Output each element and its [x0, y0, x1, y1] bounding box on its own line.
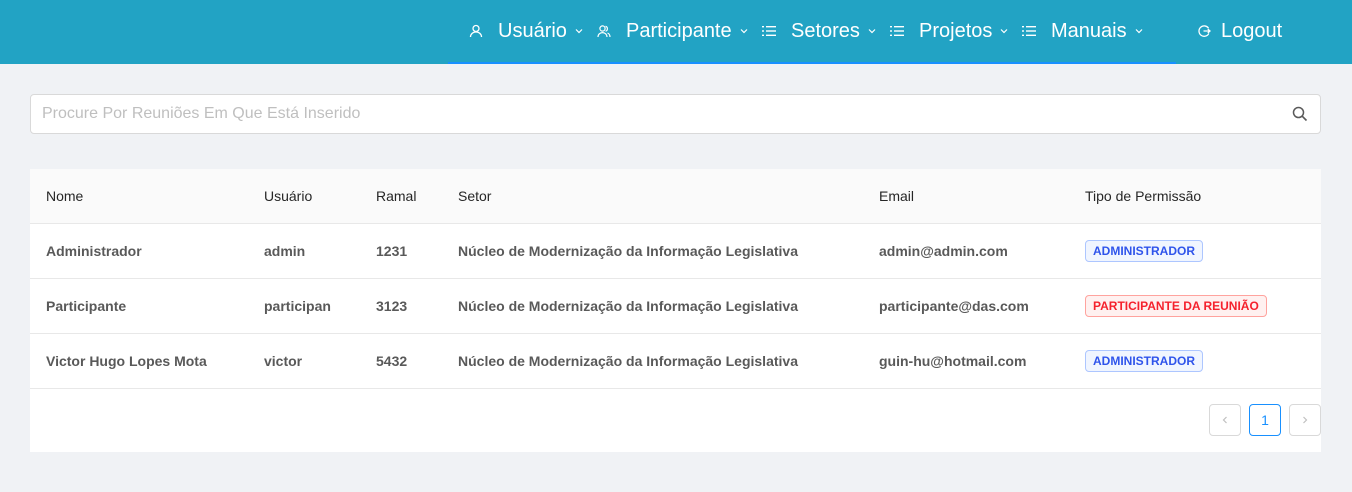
cell-usuario: admin — [248, 223, 360, 279]
nav-projetos-label: Projetos — [919, 19, 993, 42]
nav-projetos-menu[interactable]: Projetos — [889, 0, 1010, 62]
permission-tag: ADMINISTRADOR — [1085, 349, 1203, 372]
nav-manuais-label: Manuais — [1051, 19, 1127, 42]
cell-email: guin-hu@hotmail.com — [863, 333, 1069, 389]
pagination-prev-button[interactable] — [1209, 404, 1241, 436]
logout-icon — [1196, 23, 1212, 39]
user-icon — [468, 23, 484, 39]
cell-ramal: 3123 — [360, 278, 442, 334]
nav-usuario-menu[interactable]: Usuário — [468, 0, 585, 62]
cell-setor: Núcleo de Modernização da Informação Leg… — [442, 223, 863, 279]
logout-label: Logout — [1221, 19, 1283, 42]
cell-permissao: ADMINISTRADOR — [1069, 223, 1321, 279]
pagination-page-button[interactable]: 1 — [1249, 404, 1281, 436]
nav-usuario-label: Usuário — [498, 19, 567, 42]
nav-manuais-menu[interactable]: Manuais — [1021, 0, 1145, 62]
users-table-card: Nome Usuário Ramal Setor Email Tipo de P… — [30, 169, 1321, 452]
nav-participante-menu[interactable]: Participante — [596, 0, 750, 62]
cell-permissao: ADMINISTRADOR — [1069, 333, 1321, 389]
table-row[interactable]: Victor Hugo Lopes Mota victor 5432 Núcle… — [30, 333, 1321, 389]
col-header-ramal: Ramal — [360, 169, 442, 224]
chevron-down-icon — [738, 25, 750, 37]
pagination-next-button[interactable] — [1289, 404, 1321, 436]
logout-button[interactable]: Logout — [1196, 0, 1282, 62]
col-header-email: Email — [863, 169, 1069, 224]
cell-nome: Participante — [30, 278, 248, 334]
permission-tag: PARTICIPANTE DA REUNIÃO — [1085, 294, 1267, 317]
top-navbar: Usuário Participante Setores Projetos Ma… — [0, 0, 1352, 64]
list-icon — [889, 23, 905, 39]
cell-ramal: 5432 — [360, 333, 442, 389]
cell-usuario: participan — [248, 278, 360, 334]
chevron-down-icon — [1133, 25, 1145, 37]
permission-tag: ADMINISTRADOR — [1085, 239, 1203, 262]
nav-active-underline — [448, 62, 1176, 64]
cell-usuario: victor — [248, 333, 360, 389]
table-row[interactable]: Administrador admin 1231 Núcleo de Moder… — [30, 223, 1321, 279]
cell-permissao: PARTICIPANTE DA REUNIÃO — [1069, 278, 1321, 334]
users-icon — [596, 23, 612, 39]
cell-nome: Administrador — [30, 223, 248, 279]
cell-nome: Victor Hugo Lopes Mota — [30, 333, 248, 389]
users-table: Nome Usuário Ramal Setor Email Tipo de P… — [30, 169, 1321, 389]
search-input[interactable] — [31, 95, 1271, 133]
nav-participante-label: Participante — [626, 19, 732, 42]
table-header-row: Nome Usuário Ramal Setor Email Tipo de P… — [30, 169, 1321, 224]
chevron-down-icon — [866, 25, 878, 37]
cell-email: admin@admin.com — [863, 223, 1069, 279]
chevron-right-icon — [1300, 412, 1310, 428]
search-icon[interactable] — [1292, 106, 1308, 122]
list-icon — [1021, 23, 1037, 39]
table-row[interactable]: Participante participan 3123 Núcleo de M… — [30, 278, 1321, 334]
nav-setores-menu[interactable]: Setores — [761, 0, 878, 62]
cell-email: participante@das.com — [863, 278, 1069, 334]
col-header-usuario: Usuário — [248, 169, 360, 224]
col-header-nome: Nome — [30, 169, 248, 224]
list-icon — [761, 23, 777, 39]
chevron-down-icon — [998, 25, 1010, 37]
chevron-down-icon — [573, 25, 585, 37]
nav-setores-label: Setores — [791, 19, 860, 42]
col-header-setor: Setor — [442, 169, 863, 224]
cell-ramal: 1231 — [360, 223, 442, 279]
cell-setor: Núcleo de Modernização da Informação Leg… — [442, 278, 863, 334]
col-header-permissao: Tipo de Permissão — [1069, 169, 1321, 224]
chevron-left-icon — [1220, 412, 1230, 428]
search-box — [30, 94, 1321, 134]
cell-setor: Núcleo de Modernização da Informação Leg… — [442, 333, 863, 389]
